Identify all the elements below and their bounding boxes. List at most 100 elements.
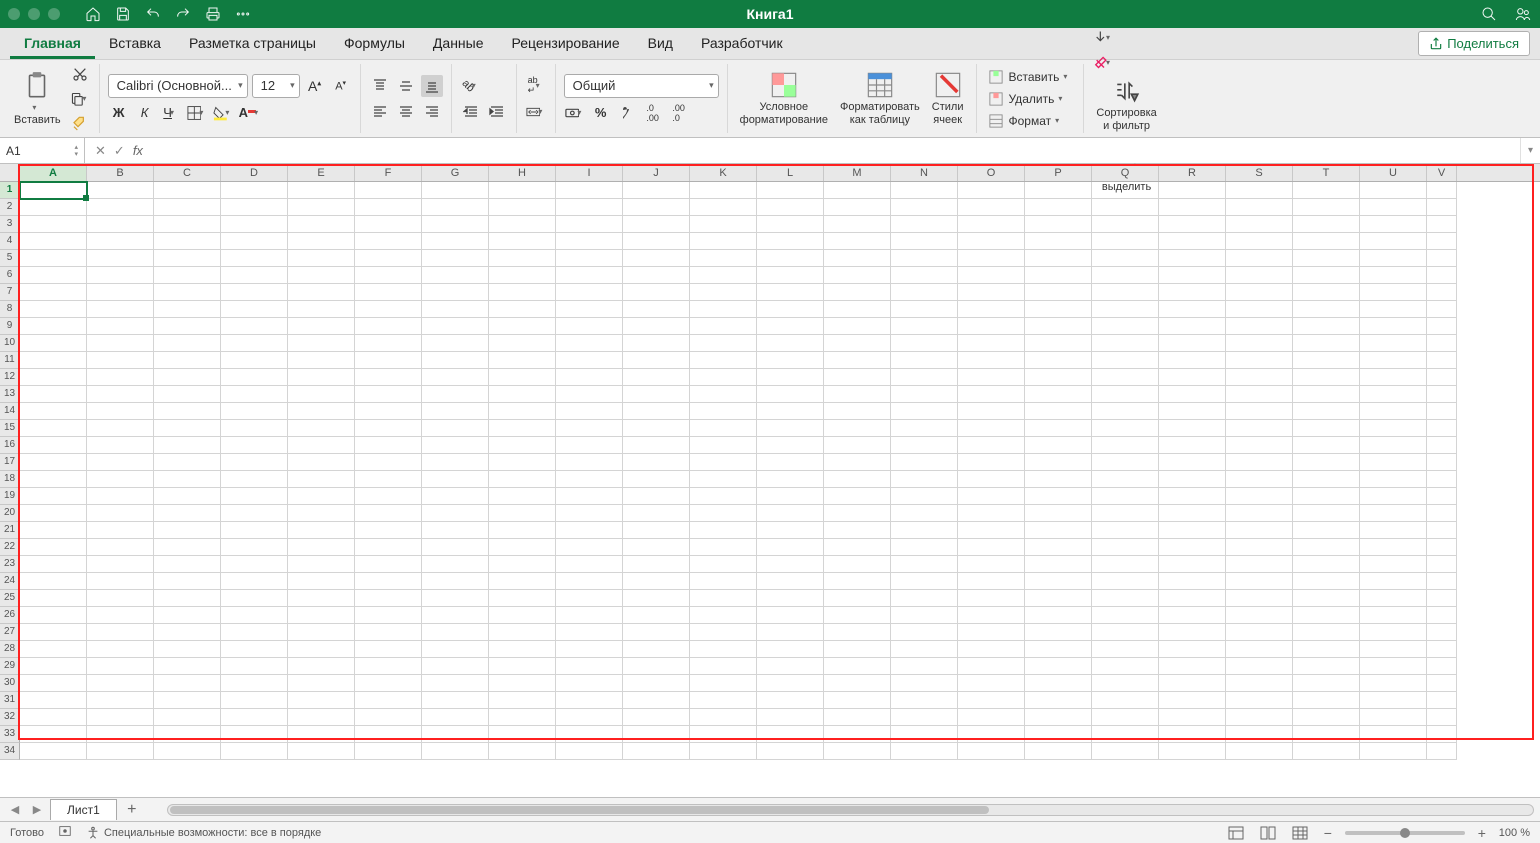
cell-R15[interactable] bbox=[1159, 420, 1226, 437]
cell-F27[interactable] bbox=[355, 624, 422, 641]
cell-Q4[interactable] bbox=[1092, 233, 1159, 250]
cell-G28[interactable] bbox=[422, 641, 489, 658]
cell-E6[interactable] bbox=[288, 267, 355, 284]
cell-Q6[interactable] bbox=[1092, 267, 1159, 284]
cell-L12[interactable] bbox=[757, 369, 824, 386]
column-header-G[interactable]: G bbox=[422, 164, 489, 181]
cell-B33[interactable] bbox=[87, 726, 154, 743]
cell-N24[interactable] bbox=[891, 573, 958, 590]
cell-I31[interactable] bbox=[556, 692, 623, 709]
cell-C15[interactable] bbox=[154, 420, 221, 437]
cell-K22[interactable] bbox=[690, 539, 757, 556]
cell-G7[interactable] bbox=[422, 284, 489, 301]
cell-S31[interactable] bbox=[1226, 692, 1293, 709]
cell-H14[interactable] bbox=[489, 403, 556, 420]
row-header-20[interactable]: 20 bbox=[0, 505, 20, 522]
cell-A32[interactable] bbox=[20, 709, 87, 726]
cell-J25[interactable] bbox=[623, 590, 690, 607]
italic-button[interactable]: К bbox=[134, 102, 156, 124]
cell-C14[interactable] bbox=[154, 403, 221, 420]
cell-O19[interactable] bbox=[958, 488, 1025, 505]
cell-K7[interactable] bbox=[690, 284, 757, 301]
cell-Q30[interactable] bbox=[1092, 675, 1159, 692]
cell-D28[interactable] bbox=[221, 641, 288, 658]
cell-H2[interactable] bbox=[489, 199, 556, 216]
cell-R32[interactable] bbox=[1159, 709, 1226, 726]
cell-Q15[interactable] bbox=[1092, 420, 1159, 437]
normal-view-icon[interactable] bbox=[1225, 824, 1247, 842]
cell-C32[interactable] bbox=[154, 709, 221, 726]
cell-O32[interactable] bbox=[958, 709, 1025, 726]
cell-R14[interactable] bbox=[1159, 403, 1226, 420]
cell-V15[interactable] bbox=[1427, 420, 1457, 437]
cell-O10[interactable] bbox=[958, 335, 1025, 352]
cell-O17[interactable] bbox=[958, 454, 1025, 471]
cell-R33[interactable] bbox=[1159, 726, 1226, 743]
select-all-corner[interactable] bbox=[0, 164, 20, 181]
cell-N19[interactable] bbox=[891, 488, 958, 505]
cell-B1[interactable] bbox=[87, 182, 154, 199]
cell-J26[interactable] bbox=[623, 607, 690, 624]
cell-G12[interactable] bbox=[422, 369, 489, 386]
cell-D20[interactable] bbox=[221, 505, 288, 522]
row-header-13[interactable]: 13 bbox=[0, 386, 20, 403]
cell-P25[interactable] bbox=[1025, 590, 1092, 607]
cell-B28[interactable] bbox=[87, 641, 154, 658]
cell-J15[interactable] bbox=[623, 420, 690, 437]
cell-C10[interactable] bbox=[154, 335, 221, 352]
cell-P9[interactable] bbox=[1025, 318, 1092, 335]
cell-O7[interactable] bbox=[958, 284, 1025, 301]
cell-F13[interactable] bbox=[355, 386, 422, 403]
cell-J2[interactable] bbox=[623, 199, 690, 216]
cell-K27[interactable] bbox=[690, 624, 757, 641]
cell-D12[interactable] bbox=[221, 369, 288, 386]
cell-G13[interactable] bbox=[422, 386, 489, 403]
cell-V14[interactable] bbox=[1427, 403, 1457, 420]
cell-E2[interactable] bbox=[288, 199, 355, 216]
name-box[interactable]: A1 ▴▾ bbox=[0, 138, 85, 163]
cell-H25[interactable] bbox=[489, 590, 556, 607]
cell-C13[interactable] bbox=[154, 386, 221, 403]
cell-N4[interactable] bbox=[891, 233, 958, 250]
cell-G17[interactable] bbox=[422, 454, 489, 471]
cell-M26[interactable] bbox=[824, 607, 891, 624]
cell-J34[interactable] bbox=[623, 743, 690, 760]
cell-S12[interactable] bbox=[1226, 369, 1293, 386]
tab-formulas[interactable]: Формулы bbox=[330, 29, 419, 59]
cell-A28[interactable] bbox=[20, 641, 87, 658]
cell-V28[interactable] bbox=[1427, 641, 1457, 658]
cell-V13[interactable] bbox=[1427, 386, 1457, 403]
cell-J11[interactable] bbox=[623, 352, 690, 369]
increase-indent-icon[interactable] bbox=[486, 101, 508, 123]
cell-P33[interactable] bbox=[1025, 726, 1092, 743]
cell-K33[interactable] bbox=[690, 726, 757, 743]
cell-B12[interactable] bbox=[87, 369, 154, 386]
cell-M27[interactable] bbox=[824, 624, 891, 641]
column-header-R[interactable]: R bbox=[1159, 164, 1226, 181]
cell-J10[interactable] bbox=[623, 335, 690, 352]
cell-I34[interactable] bbox=[556, 743, 623, 760]
cell-D2[interactable] bbox=[221, 199, 288, 216]
cell-L24[interactable] bbox=[757, 573, 824, 590]
cell-U7[interactable] bbox=[1360, 284, 1427, 301]
cell-D6[interactable] bbox=[221, 267, 288, 284]
cell-T32[interactable] bbox=[1293, 709, 1360, 726]
cell-V26[interactable] bbox=[1427, 607, 1457, 624]
cell-D14[interactable] bbox=[221, 403, 288, 420]
cell-G5[interactable] bbox=[422, 250, 489, 267]
cell-J20[interactable] bbox=[623, 505, 690, 522]
cell-O21[interactable] bbox=[958, 522, 1025, 539]
cell-D23[interactable] bbox=[221, 556, 288, 573]
fx-icon[interactable]: fx bbox=[133, 143, 143, 158]
cell-K23[interactable] bbox=[690, 556, 757, 573]
cell-V30[interactable] bbox=[1427, 675, 1457, 692]
cell-M23[interactable] bbox=[824, 556, 891, 573]
cell-L9[interactable] bbox=[757, 318, 824, 335]
cell-F18[interactable] bbox=[355, 471, 422, 488]
cell-M6[interactable] bbox=[824, 267, 891, 284]
cell-V22[interactable] bbox=[1427, 539, 1457, 556]
cell-T31[interactable] bbox=[1293, 692, 1360, 709]
cell-G23[interactable] bbox=[422, 556, 489, 573]
cell-D13[interactable] bbox=[221, 386, 288, 403]
cell-L15[interactable] bbox=[757, 420, 824, 437]
